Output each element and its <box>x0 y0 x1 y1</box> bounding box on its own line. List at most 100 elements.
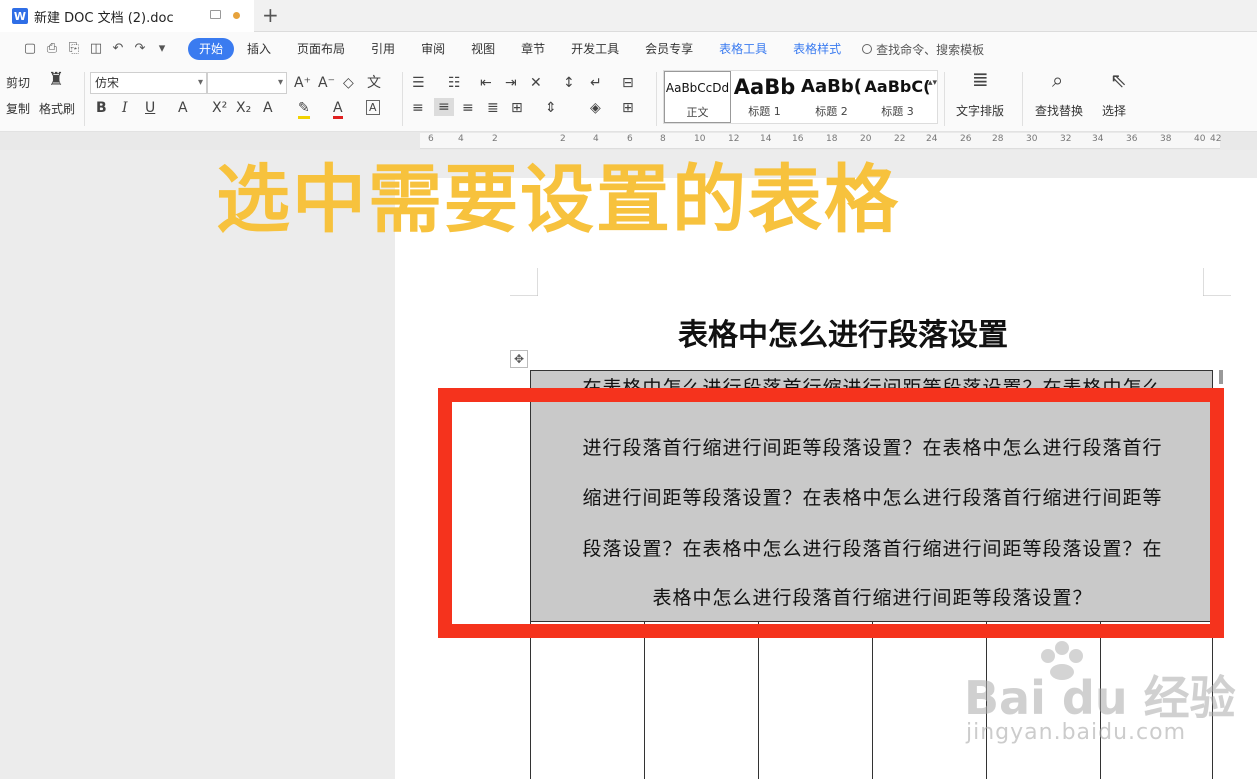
format-painter-icon: ♜ <box>48 69 65 90</box>
tab-references[interactable]: 引用 <box>358 38 408 60</box>
tab-table-tools[interactable]: 表格工具 <box>706 38 780 60</box>
text-layout-button[interactable]: 文字排版 <box>956 102 1004 119</box>
ribbon-divider <box>1022 72 1023 126</box>
font-color-icon[interactable]: A <box>333 100 343 119</box>
table-scroll-marker <box>1219 370 1223 384</box>
tab-home[interactable]: 开始 <box>188 38 235 60</box>
strikethrough-icon[interactable]: A <box>178 100 188 116</box>
show-marks-icon[interactable]: ↵ <box>590 75 602 91</box>
ruler-tick-label: 14 <box>760 134 772 144</box>
numbered-list-icon[interactable]: ☷ <box>448 75 461 91</box>
style-label: 标题 1 <box>748 105 781 118</box>
bullet-list-icon[interactable]: ☰ <box>412 75 425 91</box>
tab-sections[interactable]: 章节 <box>508 38 558 60</box>
new-tab-button[interactable]: + <box>262 3 279 27</box>
align-center-icon[interactable]: ≡ <box>434 98 454 116</box>
chevron-down-icon[interactable]: ▾ <box>154 41 170 57</box>
find-icon: ⌕ <box>1052 68 1064 92</box>
ruler-tick-label: 28 <box>992 134 1004 144</box>
subscript-icon[interactable]: X₂ <box>236 100 251 116</box>
increase-indent-icon[interactable]: ⇥ <box>505 75 517 91</box>
distributed-icon[interactable]: ⊞ <box>511 100 523 116</box>
chinese-layout-icon[interactable]: ✕ <box>530 75 542 91</box>
document-heading[interactable]: 表格中怎么进行段落设置 <box>678 310 1008 354</box>
tab-review[interactable]: 审阅 <box>408 38 458 60</box>
ruler-tick-label: 16 <box>792 134 804 144</box>
decrease-indent-icon[interactable]: ⇤ <box>480 75 492 91</box>
gallery-scroll-icon[interactable]: ▴▾ <box>928 75 937 91</box>
preview-icon[interactable]: ◫ <box>88 41 104 57</box>
horizontal-ruler[interactable]: 6 4 2 2 4 6 8 10 12 14 16 18 20 22 24 26 28 30 32 34 36 38 40 4… <box>420 133 1221 149</box>
print-icon[interactable]: ⎘ <box>66 41 82 57</box>
style-label: 标题 3 <box>881 105 914 118</box>
text-effect-icon[interactable]: A <box>263 100 273 116</box>
command-search[interactable]: 查找命令、搜索模板 <box>862 41 984 58</box>
tab-view[interactable]: 视图 <box>458 38 508 60</box>
highlight-annotation-box <box>438 388 1224 638</box>
tab-table-style[interactable]: 表格样式 <box>780 38 854 60</box>
line-spacing-icon[interactable]: ⇕ <box>545 100 557 116</box>
underline-icon[interactable]: U <box>145 100 155 116</box>
highlight-icon[interactable]: ✎ <box>298 100 310 119</box>
redo-icon[interactable]: ↷ <box>132 41 148 57</box>
tab-member[interactable]: 会员专享 <box>632 38 706 60</box>
char-border-icon[interactable]: A <box>366 100 380 115</box>
ribbon-divider <box>402 72 403 126</box>
style-heading-2[interactable]: AaBb( 标题 2 <box>798 71 865 123</box>
ruler-tick-label: 30 <box>1026 134 1038 144</box>
table-column-border[interactable] <box>758 622 759 779</box>
find-replace-button[interactable]: 查找替换 <box>1035 102 1083 119</box>
save-icon[interactable]: ▢ <box>22 41 38 57</box>
ruler-tick-label: 2 <box>560 134 566 144</box>
table-column-border[interactable] <box>986 622 987 779</box>
font-size-select[interactable] <box>207 72 287 94</box>
tab-page-layout[interactable]: 页面布局 <box>284 38 358 60</box>
ruler-tick-label: 32 <box>1060 134 1072 144</box>
bold-icon[interactable]: B <box>96 100 107 116</box>
shading-icon[interactable]: ◈ <box>590 100 601 116</box>
export-icon[interactable]: ⎙ <box>44 41 60 57</box>
style-gallery: AaBbCcDd 正文 AaBb 标题 1 AaBb( 标题 2 AaBbC( … <box>663 70 938 124</box>
tab-developer[interactable]: 开发工具 <box>558 38 632 60</box>
shrink-font-icon[interactable]: A⁻ <box>318 75 335 91</box>
borders-icon[interactable]: ⊞ <box>622 100 634 116</box>
align-right-icon[interactable]: ≡ <box>462 100 474 116</box>
font-family-select[interactable]: 仿宋 <box>90 72 207 94</box>
sort-icon[interactable]: ↕ <box>563 75 575 91</box>
italic-icon[interactable]: I <box>122 100 128 116</box>
ruler-tick-label: 34 <box>1092 134 1104 144</box>
grow-font-icon[interactable]: A⁺ <box>294 75 311 91</box>
phonetic-icon[interactable]: 文 <box>367 75 381 91</box>
undo-icon[interactable]: ↶ <box>110 41 126 57</box>
menu-bar: ▢ ⎙ ⎘ ◫ ↶ ↷ ▾ 开始 插入 页面布局 引用 审阅 视图 章节 开发工… <box>0 32 1257 66</box>
table-empty-row[interactable] <box>530 622 1213 779</box>
tab-ruler-icon[interactable]: ⊟ <box>622 75 634 91</box>
table-column-border[interactable] <box>1100 622 1101 779</box>
screen-icon[interactable] <box>210 10 221 19</box>
table-column-border[interactable] <box>872 622 873 779</box>
tab-insert[interactable]: 插入 <box>234 38 284 60</box>
ruler-tick-label: 26 <box>960 134 972 144</box>
style-heading-3[interactable]: AaBbC( 标题 3 <box>864 71 931 123</box>
style-sample: AaBbCcDd <box>665 81 730 95</box>
superscript-icon[interactable]: X² <box>212 100 227 116</box>
ribbon-divider <box>656 72 657 126</box>
format-painter-button[interactable]: 格式刷 <box>39 100 75 117</box>
margin-corner-mark <box>1203 268 1231 296</box>
style-normal[interactable]: AaBbCcDd 正文 <box>664 71 731 123</box>
align-left-icon[interactable]: ≡ <box>412 100 424 116</box>
copy-button[interactable]: 复制 <box>6 100 30 117</box>
clear-format-icon[interactable]: ◇ <box>343 75 354 91</box>
table-column-border[interactable] <box>644 622 645 779</box>
ribbon-divider <box>944 72 945 126</box>
tutorial-overlay-heading: 选中需要设置的表格 <box>216 157 900 243</box>
style-heading-1[interactable]: AaBb 标题 1 <box>731 71 798 123</box>
select-button[interactable]: 选择 <box>1102 102 1126 119</box>
justify-icon[interactable]: ≣ <box>487 100 499 116</box>
ruler-tick-label: 24 <box>926 134 938 144</box>
title-bar: W 新建 DOC 文档 (2).doc + <box>0 0 1257 32</box>
table-move-handle-icon[interactable]: ✥ <box>510 350 528 368</box>
ruler-tick-label: 4 <box>593 134 599 144</box>
command-search-text: 查找命令、搜索模板 <box>876 42 985 57</box>
cut-button[interactable]: 剪切 <box>6 74 30 91</box>
